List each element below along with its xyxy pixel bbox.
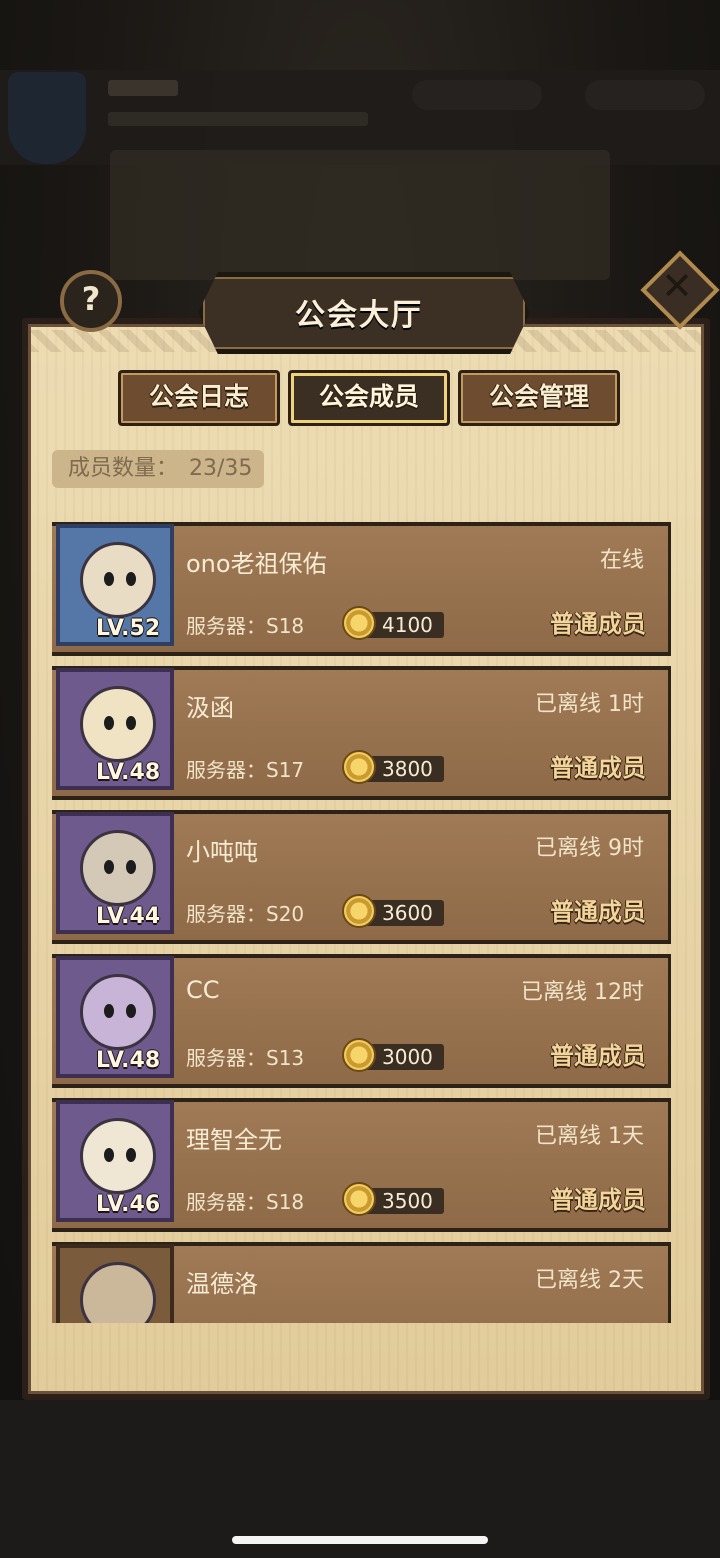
member-count-label: 成员数量： — [68, 456, 179, 481]
avatar-face — [80, 686, 156, 762]
member-card[interactable]: LV.48 CC 已离线 12时 服务器：S13 3000 普通成员 — [52, 954, 671, 1088]
contribution-value: 3000 — [382, 1045, 433, 1069]
close-icon: ✕ — [661, 264, 693, 308]
member-role: 普通成员 — [550, 1186, 646, 1214]
member-name: 理智全无 — [186, 1126, 282, 1154]
member-card[interactable]: LV.52 ono老祖保佑 在线 服务器：S18 4100 普通成员 — [52, 522, 671, 656]
background-scene — [110, 150, 610, 280]
coin-icon — [342, 1038, 376, 1072]
avatar-eye — [126, 1148, 136, 1162]
help-button[interactable]: ? — [60, 270, 122, 332]
avatar-eye — [126, 572, 136, 586]
background-bottom — [0, 1400, 720, 1558]
member-list[interactable]: LV.52 ono老祖保佑 在线 服务器：S18 4100 普通成员 LV.48… — [52, 518, 672, 1323]
help-icon: ? — [81, 280, 101, 318]
member-status: 已离线 12时 — [521, 980, 644, 1005]
avatar-eye — [126, 1004, 136, 1018]
tab-guild-log[interactable]: 公会日志 — [118, 370, 280, 426]
contribution-value: 3500 — [382, 1189, 433, 1213]
background-rank-bar — [108, 112, 368, 126]
member-name: 温德洛 — [186, 1270, 258, 1298]
background-guild-name — [108, 80, 178, 96]
avatar-face — [80, 830, 156, 906]
contribution: 3000 — [342, 1038, 448, 1072]
member-role: 普通成员 — [550, 610, 646, 638]
avatar-eye — [104, 572, 114, 586]
member-name: 汲函 — [186, 694, 234, 722]
close-button[interactable]: ✕ — [640, 250, 720, 330]
tab-guild-management[interactable]: 公会管理 — [458, 370, 620, 426]
member-count-value: 23/35 — [189, 456, 253, 481]
member-role: 普通成员 — [550, 754, 646, 782]
member-status: 已离线 1时 — [535, 692, 644, 717]
coin-icon — [342, 894, 376, 928]
contribution-value: 4100 — [382, 613, 433, 637]
contribution-value: 3800 — [382, 757, 433, 781]
member-level: LV.48 — [96, 1048, 161, 1073]
background-resource-1 — [412, 80, 542, 110]
coin-icon — [342, 1182, 376, 1216]
member-server: 服务器：S18 — [186, 1190, 305, 1214]
member-name: 小吨吨 — [186, 838, 258, 866]
member-name: ono老祖保佑 — [186, 550, 327, 578]
member-status: 已离线 9时 — [535, 836, 644, 861]
member-count: 成员数量： 23/35 — [52, 450, 264, 488]
member-card[interactable]: LV.44 小吨吨 已离线 9时 服务器：S20 3600 普通成员 — [52, 810, 671, 944]
page-title: 公会大厅 — [295, 298, 423, 333]
avatar-eye — [104, 716, 114, 730]
member-level: LV.44 — [96, 904, 161, 929]
contribution-value: 3600 — [382, 901, 433, 925]
member-server: 服务器：S20 — [186, 902, 305, 926]
home-indicator[interactable] — [232, 1536, 488, 1544]
member-role: 普通成员 — [550, 898, 646, 926]
member-status: 在线 — [599, 548, 644, 573]
member-name: CC — [186, 976, 220, 1004]
background-resource-2 — [585, 80, 705, 110]
avatar-eye — [126, 860, 136, 874]
member-server: 服务器：S13 — [186, 1046, 305, 1070]
member-server: 服务器：S17 — [186, 758, 305, 782]
avatar-eye — [126, 716, 136, 730]
member-card[interactable]: LV.48 汲函 已离线 1时 服务器：S17 3800 普通成员 — [52, 666, 671, 800]
contribution: 4100 — [342, 606, 448, 640]
coin-icon — [342, 750, 376, 784]
tab-guild-members[interactable]: 公会成员 — [288, 370, 450, 426]
member-status: 已离线 1天 — [535, 1124, 644, 1149]
avatar-face — [80, 974, 156, 1050]
coin-icon — [342, 606, 376, 640]
avatar-face — [80, 1262, 156, 1323]
member-card[interactable]: 温德洛 已离线 2天 — [52, 1242, 671, 1323]
member-server: 服务器：S18 — [186, 614, 305, 638]
avatar[interactable] — [56, 1244, 174, 1323]
avatar-eye — [104, 1148, 114, 1162]
member-role: 普通成员 — [550, 1042, 646, 1070]
guild-emblem-background — [8, 72, 86, 164]
contribution: 3500 — [342, 1182, 448, 1216]
avatar-face — [80, 1118, 156, 1194]
avatar-eye — [104, 1004, 114, 1018]
avatar-face — [80, 542, 156, 618]
member-status: 已离线 2天 — [535, 1268, 644, 1293]
avatar-eye — [104, 860, 114, 874]
member-level: LV.46 — [96, 1192, 161, 1217]
contribution: 3800 — [342, 750, 448, 784]
member-level: LV.52 — [96, 616, 161, 641]
member-card[interactable]: LV.46 理智全无 已离线 1天 服务器：S18 3500 普通成员 — [52, 1098, 671, 1232]
contribution: 3600 — [342, 894, 448, 928]
member-level: LV.48 — [96, 760, 161, 785]
